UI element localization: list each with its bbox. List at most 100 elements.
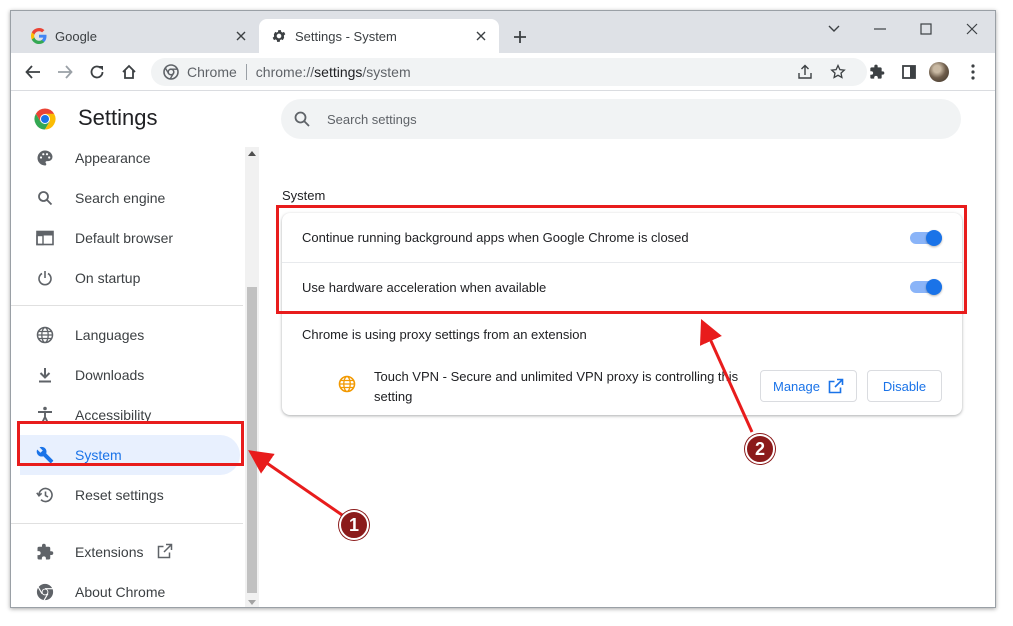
sidebar-item-on-startup[interactable]: On startup [11, 258, 243, 298]
share-icon[interactable] [797, 64, 813, 80]
sidebar-item-label: Reset settings [75, 487, 164, 503]
close-icon[interactable] [231, 26, 251, 46]
download-icon [35, 365, 55, 385]
sidebar-divider [11, 523, 243, 524]
sidebar-item-label: Default browser [75, 230, 174, 246]
sidebar-item-label: Downloads [75, 367, 145, 383]
sidebar-item-reset-settings[interactable]: Reset settings [11, 475, 243, 515]
url-path: settings [314, 64, 363, 80]
more-vertical-icon[interactable] [959, 58, 987, 86]
wrench-icon [35, 445, 55, 465]
search-icon [293, 110, 311, 128]
sidebar-item-label: Appearance [75, 150, 151, 166]
hardware-acceleration-row[interactable]: Use hardware acceleration when available [282, 263, 962, 311]
back-arrow-icon[interactable] [19, 58, 47, 86]
palette-icon [35, 148, 55, 168]
scroll-up-arrow-icon[interactable] [248, 151, 256, 156]
address-bar[interactable]: Chrome chrome://settings/system [151, 58, 867, 86]
tab-strip: Google Settings - System [11, 11, 995, 53]
tab-title: Settings - System [295, 28, 397, 44]
proxy-settings-row: Chrome is using proxy settings from an e… [282, 312, 962, 356]
annotation-badge-2: 2 [745, 434, 775, 464]
proxy-heading: Chrome is using proxy settings from an e… [302, 326, 587, 342]
sidebar-item-label: Accessibility [75, 407, 152, 423]
sidebar-item-system[interactable]: System [20, 435, 240, 475]
vpn-globe-icon [338, 375, 356, 393]
toggle-knob [926, 229, 942, 246]
forward-arrow-icon[interactable] [51, 58, 79, 86]
button-label: Manage [773, 378, 820, 394]
toggle-knob [926, 279, 942, 295]
open-in-new-icon [828, 378, 844, 394]
page-title: Settings [78, 105, 158, 130]
search-icon [35, 188, 55, 208]
scroll-down-arrow-icon[interactable] [248, 600, 256, 605]
browser-window: Google Settings - System Chrome chrome:/… [10, 10, 996, 608]
hardware-acceleration-toggle[interactable] [910, 279, 942, 295]
sidebar-item-label: Languages [75, 327, 145, 343]
chrome-logo-icon [35, 582, 55, 602]
url-text: chrome://settings/system [256, 64, 867, 80]
background-apps-row[interactable]: Continue running background apps when Go… [282, 213, 962, 262]
sidebar-divider [11, 305, 243, 306]
tab-search-chevron-down-icon[interactable] [811, 15, 857, 43]
minimize-icon[interactable] [857, 15, 903, 43]
power-icon [35, 268, 55, 288]
extension-controlling-text: Touch VPN - Secure and unlimited VPN pro… [374, 369, 739, 404]
sidebar-item-label: On startup [75, 270, 141, 286]
search-input[interactable] [327, 111, 887, 127]
sidebar-item-label: System [75, 447, 122, 463]
history-icon [35, 485, 55, 505]
settings-header: Settings [11, 91, 995, 147]
browser-toolbar: Chrome chrome://settings/system [11, 53, 995, 91]
tab-title: Google [55, 28, 97, 44]
scrollbar-thumb[interactable] [247, 287, 257, 593]
settings-sidebar: Appearance Search engine Default browser… [11, 147, 243, 607]
manage-button[interactable]: Manage [760, 370, 857, 402]
sidebar-scrollbar[interactable] [245, 147, 259, 607]
profile-avatar[interactable] [929, 62, 949, 82]
sidebar-item-default-browser[interactable]: Default browser [11, 218, 243, 258]
tab-google[interactable]: Google [19, 19, 259, 53]
search-settings-box[interactable] [281, 99, 961, 139]
puzzle-icon [35, 542, 55, 562]
sidebar-item-appearance[interactable]: Appearance [11, 147, 243, 178]
close-icon[interactable] [471, 26, 491, 46]
background-apps-toggle[interactable] [910, 229, 942, 246]
tab-settings-system[interactable]: Settings - System [259, 19, 499, 53]
chrome-logo-icon [33, 107, 57, 131]
chrome-logo-icon [163, 64, 179, 80]
new-tab-plus-icon[interactable] [509, 26, 531, 48]
open-in-new-icon [157, 543, 175, 561]
browser-window-icon [35, 228, 55, 248]
url-scheme: chrome:// [255, 64, 315, 80]
annotation-badge-1: 1 [339, 510, 369, 540]
sidebar-item-about-chrome[interactable]: About Chrome [11, 572, 243, 607]
sidebar-item-extensions[interactable]: Extensions [11, 532, 243, 572]
system-settings-card: Continue running background apps when Go… [282, 213, 962, 415]
accessibility-icon [35, 405, 55, 425]
url-rest: /system [362, 64, 411, 80]
sidebar-item-search-engine[interactable]: Search engine [11, 178, 243, 218]
reload-icon[interactable] [83, 58, 111, 86]
sidebar-item-accessibility[interactable]: Accessibility [11, 395, 243, 435]
globe-icon [35, 325, 55, 345]
proxy-extension-row: Touch VPN - Secure and unlimited VPN pro… [282, 359, 962, 409]
window-close-icon[interactable] [949, 15, 995, 43]
omnibox-separator [245, 64, 247, 80]
sidebar-item-label: Search engine [75, 190, 166, 206]
home-icon[interactable] [115, 58, 143, 86]
row-label: Continue running background apps when Go… [302, 230, 689, 245]
bookmark-star-icon[interactable] [830, 64, 846, 80]
sidebar-item-downloads[interactable]: Downloads [11, 355, 243, 395]
row-label: Use hardware acceleration when available [302, 279, 547, 295]
sidebar-item-languages[interactable]: Languages [11, 315, 243, 355]
site-label: Chrome [187, 64, 237, 80]
gear-icon [271, 28, 287, 44]
maximize-icon[interactable] [903, 15, 949, 43]
google-g-icon [31, 28, 47, 44]
extensions-puzzle-icon[interactable] [863, 58, 891, 86]
sidebar-item-label: Extensions [75, 544, 144, 560]
side-panel-icon[interactable] [895, 58, 923, 86]
disable-button[interactable]: Disable [867, 370, 942, 402]
